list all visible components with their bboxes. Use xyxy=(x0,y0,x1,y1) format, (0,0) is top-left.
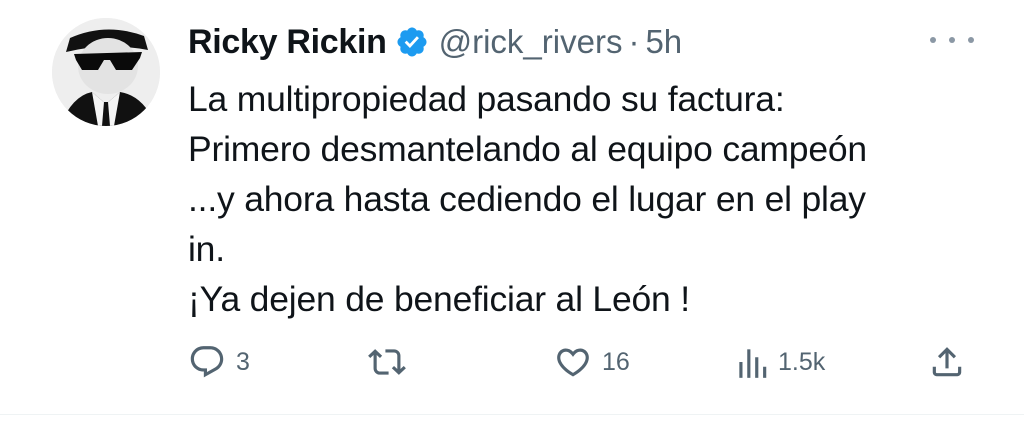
reply-count: 3 xyxy=(236,347,250,376)
avatar-man-sunglasses-image xyxy=(52,18,160,126)
tweet-text-line: ¡Ya dejen de beneficiar al León ! xyxy=(188,279,690,319)
tweet-header: Ricky Rickin @rick_rivers · 5h xyxy=(188,20,682,64)
share-button[interactable] xyxy=(928,340,966,384)
tweet-divider xyxy=(0,414,1024,415)
heart-icon xyxy=(557,348,589,377)
post-time[interactable]: 5h xyxy=(645,23,682,61)
author-avatar[interactable] xyxy=(52,18,160,126)
views-button[interactable]: 1.5k xyxy=(736,340,825,384)
tweet-text-line: ...y ahora hasta cediendo el lugar en el… xyxy=(188,179,866,219)
author-display-name[interactable]: Ricky Rickin xyxy=(188,23,387,62)
reply-button[interactable]: 3 xyxy=(188,340,250,384)
like-button[interactable]: 16 xyxy=(554,340,630,384)
tweet-text: La multipropiedad pasando su factura: Pr… xyxy=(188,74,978,324)
views-icon xyxy=(739,349,767,378)
verified-badge-icon xyxy=(395,25,429,59)
like-count: 16 xyxy=(602,347,630,376)
tweet-text-line: Primero desmantelando al equipo campeón xyxy=(188,129,867,169)
tweet-text-line: La multipropiedad pasando su factura: xyxy=(188,79,785,119)
reply-icon xyxy=(190,346,224,378)
tweet[interactable]: Ricky Rickin @rick_rivers · 5h La multip… xyxy=(0,0,1024,414)
retweet-button[interactable] xyxy=(368,340,416,384)
retweet-icon xyxy=(368,349,406,375)
share-icon xyxy=(932,347,962,377)
tweet-text-line: in. xyxy=(188,229,225,269)
more-options-icon[interactable] xyxy=(930,30,974,50)
author-handle[interactable]: @rick_rivers xyxy=(439,23,623,61)
tweet-actions: 3 16 1.5k xyxy=(188,340,978,384)
views-count: 1.5k xyxy=(778,347,826,376)
separator-dot: · xyxy=(628,23,640,60)
